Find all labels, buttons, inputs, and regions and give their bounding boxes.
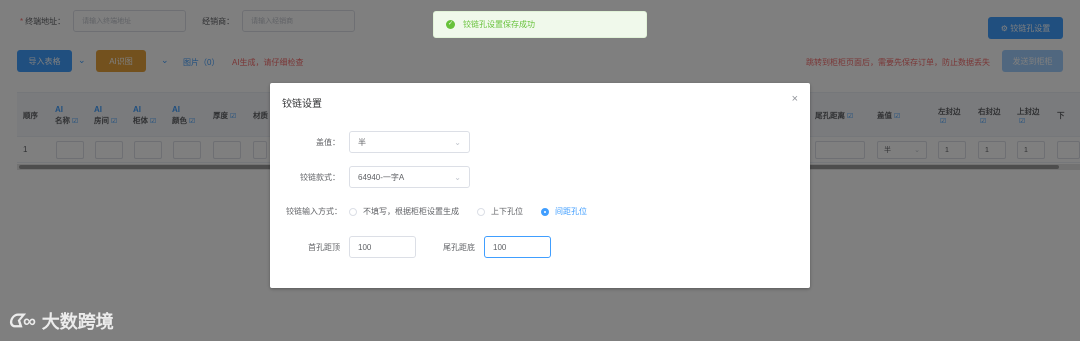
style-label: 铰链款式： — [300, 172, 340, 182]
dialog-title: 铰链设置 — [282, 99, 322, 110]
radio-auto[interactable]: 不填写，根据柜柜设置生成 — [349, 206, 459, 217]
input-mode-radio-group: 不填写，根据柜柜设置生成 上下孔位 间距孔位 — [349, 206, 605, 217]
cover-select[interactable]: 半 ⌄ — [349, 131, 470, 153]
last-hole-label: 尾孔距底 — [443, 242, 475, 252]
watermark-text: 大数跨境 — [41, 312, 114, 332]
radio-dot — [477, 207, 485, 216]
radio-dot — [349, 207, 357, 216]
style-select[interactable]: 64940-一字A ⌄ — [349, 166, 470, 188]
chevron-down-icon: ⌄ — [454, 172, 461, 182]
radio-spacing[interactable]: 间距孔位 — [541, 206, 587, 217]
cover-label: 盖值： — [316, 137, 340, 147]
chevron-down-icon: ⌄ — [454, 137, 461, 147]
first-hole-input[interactable]: 100 — [349, 236, 416, 258]
check-circle-icon: ✓ — [446, 20, 455, 29]
first-hole-label: 首孔距顶 — [308, 242, 340, 252]
toast-message: 铰链孔设置保存成功 — [463, 20, 535, 29]
close-icon[interactable]: × — [792, 93, 798, 105]
radio-dot — [541, 207, 549, 216]
first-hole-row: 首孔距顶 100 — [290, 236, 416, 258]
last-hole-input[interactable]: 100 — [484, 236, 551, 258]
hinge-settings-dialog: 铰链设置 × 盖值： 半 ⌄ 铰链款式： 64940-一字A ⌄ 铰链输入方式： 不… — [270, 83, 810, 288]
input-mode-label: 铰链输入方式： — [286, 207, 342, 216]
watermark-logo-icon: ᗧ∞ — [8, 310, 36, 331]
success-toast: ✓ 铰链孔设置保存成功 — [433, 11, 647, 38]
watermark: ᗧ∞ 大数跨境 — [8, 308, 114, 334]
style-row: 铰链款式： 64940-一字A ⌄ — [290, 166, 470, 188]
cover-row: 盖值： 半 ⌄ — [290, 131, 470, 153]
radio-up-down[interactable]: 上下孔位 — [477, 206, 523, 217]
input-mode-row: 铰链输入方式： 不填写，根据柜柜设置生成 上下孔位 间距孔位 — [286, 206, 605, 217]
last-hole-row: 尾孔距底 100 — [440, 236, 551, 258]
